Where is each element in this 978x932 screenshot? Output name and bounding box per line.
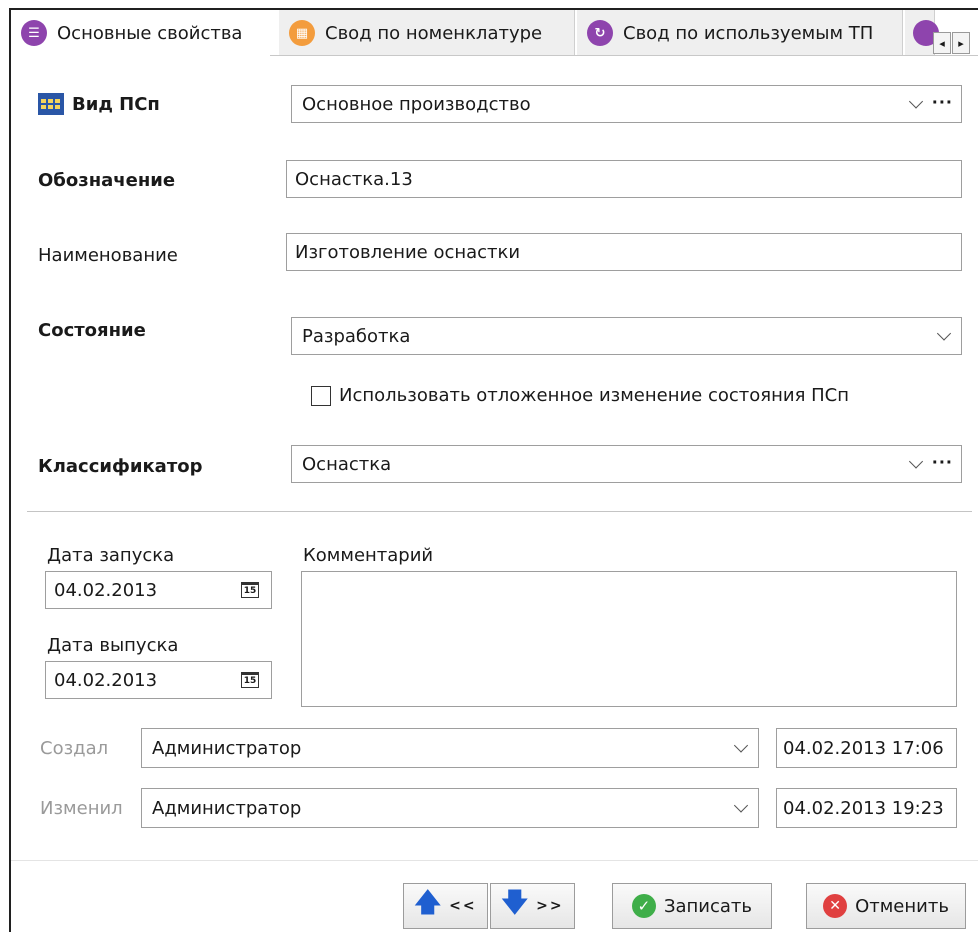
name-field[interactable]: Изготовление оснастки [286,233,962,271]
launch-date-value: 04.02.2013 [54,579,158,601]
calendar-grid-icon [38,93,64,115]
chevron-down-icon[interactable] [908,454,924,469]
modified-by-value: Администратор [152,797,302,819]
created-by-value: Администратор [152,737,302,759]
launch-date-label: Дата запуска [47,545,175,566]
tab-label: Свод по используемым ТП [623,22,874,44]
designation-value: Оснастка.13 [295,168,413,190]
refresh-icon: ↻ [587,20,613,46]
tab-tp-summary[interactable]: ↻ Свод по используемым ТП [577,10,903,56]
name-value: Изготовление оснастки [295,241,521,263]
arrow-right-icon: ▸ [958,36,964,50]
modified-label: Изменил [40,798,123,819]
check-icon: ✓ [631,894,656,918]
ellipsis-button[interactable]: ··· [932,93,953,112]
cancel-button[interactable]: ✕ Отменить [806,883,966,929]
tab-nomenclature-summary[interactable]: ▦ Свод по номенклатуре [279,10,575,56]
deferred-state-checkbox[interactable] [311,386,331,406]
modified-at-field: 04.02.2013 19:23 [776,788,957,828]
launch-date-field[interactable]: 04.02.2013 15 [45,571,272,609]
designation-label: Обозначение [38,170,176,191]
chevron-down-icon[interactable] [733,738,749,753]
created-at-field: 04.02.2013 17:06 [776,728,957,768]
designation-field[interactable]: Оснастка.13 [286,160,962,198]
next-label: >> [536,898,564,914]
close-icon: ✕ [823,894,848,918]
release-date-field[interactable]: 04.02.2013 15 [45,661,272,699]
chevron-down-icon[interactable] [936,326,952,341]
classifier-label: Классификатор [38,456,203,477]
name-label: Наименование [38,245,178,266]
tab-scroll-right-button[interactable]: ▸ [952,32,970,54]
save-button[interactable]: ✓ Записать [612,883,772,929]
arrow-left-icon: ◂ [939,36,945,50]
chevron-down-icon[interactable] [908,94,924,109]
state-select[interactable]: Разработка [291,317,962,355]
footer-divider [11,860,978,861]
tab-label: Основные свойства [57,22,243,44]
previous-button[interactable]: 🡅 << [403,883,488,929]
created-by-select[interactable]: Администратор [141,728,759,768]
table-icon: ▦ [289,20,315,46]
classifier-select[interactable]: Оснастка ··· [291,445,962,483]
vid-label: Вид ПСп [38,93,160,115]
previous-label: << [449,898,477,914]
state-value: Разработка [302,325,411,347]
vid-label-text: Вид ПСп [72,93,160,115]
modified-at-value: 04.02.2013 19:23 [783,797,944,819]
tab-bar: ☰ Основные свойства ▦ Свод по номенклату… [11,10,978,56]
arrow-up-icon: 🡅 [414,888,442,918]
calendar-icon[interactable]: 15 [241,582,259,598]
release-date-value: 04.02.2013 [54,669,158,691]
next-button[interactable]: 🡇 >> [490,883,575,929]
created-label: Создал [40,738,109,759]
tab-scroll-left-button[interactable]: ◂ [933,32,951,54]
cancel-label: Отменить [855,895,949,917]
ellipsis-button[interactable]: ··· [932,453,953,472]
arrow-down-icon: 🡇 [501,888,529,918]
calendar-icon[interactable]: 15 [241,672,259,688]
tab-more[interactable] [905,10,939,56]
tab-divider [270,55,978,56]
classifier-value: Оснастка [302,453,392,475]
comment-textarea[interactable] [301,571,957,707]
tab-label: Свод по номенклатуре [325,22,543,44]
comment-label: Комментарий [303,545,434,566]
release-date-label: Дата выпуска [47,635,179,656]
modified-by-select[interactable]: Администратор [141,788,759,828]
chevron-down-icon[interactable] [733,798,749,813]
created-at-value: 04.02.2013 17:06 [783,737,944,759]
tab-main-properties[interactable]: ☰ Основные свойства [11,10,277,56]
state-label: Состояние [38,320,146,341]
vid-value: Основное производство [302,93,531,115]
divider [27,511,972,512]
vid-select[interactable]: Основное производство ··· [291,85,962,123]
deferred-state-label: Использовать отложенное изменение состоя… [339,385,849,406]
save-label: Записать [663,895,753,917]
list-icon: ☰ [21,20,47,46]
